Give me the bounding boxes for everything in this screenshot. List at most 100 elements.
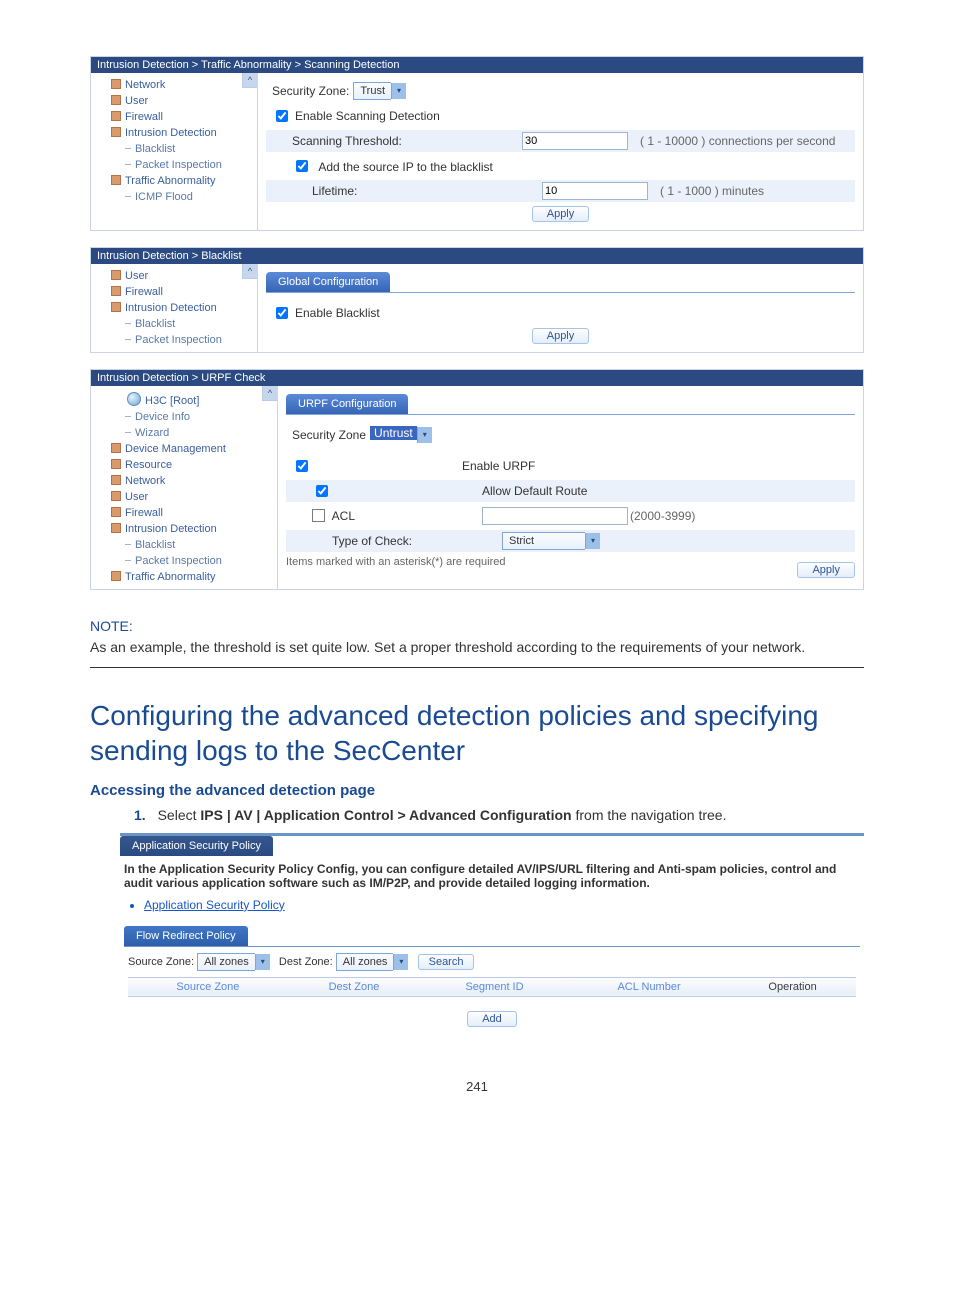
dest-zone-select[interactable]: All zones <box>336 953 394 971</box>
chevron-down-icon[interactable]: ▾ <box>585 533 600 549</box>
sidebar-item-traffic-abnormality[interactable]: Traffic Abnormality <box>97 173 257 189</box>
step-1: 1. Select IPS | AV | Application Control… <box>134 807 864 823</box>
sidebar-item-user[interactable]: User <box>97 93 257 109</box>
enable-urpf-checkbox[interactable] <box>296 460 308 472</box>
col-dest-zone[interactable]: Dest Zone <box>288 977 420 996</box>
flow-table: Source Zone Dest Zone Segment ID ACL Num… <box>128 977 856 997</box>
lifetime-label: Lifetime: <box>272 184 542 198</box>
app-description: In the Application Security Policy Confi… <box>124 862 860 890</box>
subheading: Accessing the advanced detection page <box>90 782 864 799</box>
sidebar-item-firewall[interactable]: Firewall <box>97 284 257 300</box>
sidebar-item-network[interactable]: Network <box>97 473 277 489</box>
enable-scanning-checkbox[interactable] <box>276 110 288 122</box>
sidebar-item-packet[interactable]: Packet Inspection <box>97 332 257 348</box>
acl-label: ACL <box>332 509 355 523</box>
add-source-label: Add the source IP to the blacklist <box>318 160 493 174</box>
sidebar-item-device-info[interactable]: Device Info <box>97 409 277 425</box>
app-security-policy-link[interactable]: Application Security Policy <box>144 898 860 912</box>
note-heading: NOTE: <box>90 618 864 634</box>
sidebar-item-blacklist[interactable]: Blacklist <box>97 141 257 157</box>
acl-checkbox[interactable] <box>312 509 325 522</box>
sidebar-item-traffic-abnormality[interactable]: Traffic Abnormality <box>97 569 277 585</box>
acl-hint: (2000-3999) <box>630 509 695 523</box>
page-number: 241 <box>90 1079 864 1094</box>
type-check-select[interactable]: Strict <box>502 532 585 550</box>
content-area: Global Configuration Enable Blacklist Ap… <box>258 264 863 352</box>
breadcrumb: Intrusion Detection > Blacklist <box>91 248 863 264</box>
breadcrumb: Intrusion Detection > URPF Check <box>91 370 863 386</box>
tab-urpf-config[interactable]: URPF Configuration <box>286 394 408 414</box>
scan-threshold-label: Scanning Threshold: <box>272 134 522 148</box>
enable-urpf-label: Enable URPF <box>462 459 535 473</box>
globe-icon <box>127 392 141 406</box>
sidebar-item-icmp[interactable]: ICMP Flood <box>97 189 257 205</box>
add-source-checkbox[interactable] <box>296 160 308 172</box>
content-area: URPF Configuration Security Zone Untrust… <box>278 386 863 589</box>
type-check-label: Type of Check: <box>292 534 502 548</box>
sidebar: ^ Network User Firewall Intrusion Detect… <box>91 73 258 230</box>
scan-threshold-input[interactable] <box>522 132 628 150</box>
apply-button[interactable]: Apply <box>532 206 590 222</box>
tab-global-config[interactable]: Global Configuration <box>266 272 390 292</box>
note-body: As an example, the threshold is set quit… <box>90 638 864 657</box>
chevron-down-icon[interactable]: ▾ <box>391 83 406 99</box>
chevron-down-icon[interactable]: ▾ <box>417 427 432 443</box>
sidebar-item-device-management[interactable]: Device Management <box>97 441 277 457</box>
col-operation: Operation <box>729 977 856 996</box>
sidebar-item-blacklist[interactable]: Blacklist <box>97 316 257 332</box>
search-button[interactable]: Search <box>418 954 475 970</box>
sidebar-item-root[interactable]: H3C [Root] <box>97 390 277 409</box>
sidebar-item-intrusion[interactable]: Intrusion Detection <box>97 300 257 316</box>
scroll-up-icon[interactable]: ^ <box>262 386 277 401</box>
sidebar-item-user[interactable]: User <box>97 489 277 505</box>
tab-app-security-policy[interactable]: Application Security Policy <box>120 836 273 856</box>
lifetime-input[interactable] <box>542 182 648 200</box>
lifetime-hint: ( 1 - 1000 ) minutes <box>660 184 764 198</box>
sidebar-item-packet[interactable]: Packet Inspection <box>97 157 257 173</box>
sidebar-item-wizard[interactable]: Wizard <box>97 425 277 441</box>
sidebar-item-blacklist[interactable]: Blacklist <box>97 537 277 553</box>
sidebar-item-network[interactable]: Network <box>97 77 257 93</box>
breadcrumb: Intrusion Detection > Traffic Abnormalit… <box>91 57 863 73</box>
add-button[interactable]: Add <box>467 1011 517 1027</box>
security-zone-select[interactable]: Trust <box>353 82 391 100</box>
allow-default-label: Allow Default Route <box>482 484 587 498</box>
sidebar-item-intrusion[interactable]: Intrusion Detection <box>97 125 257 141</box>
chevron-down-icon[interactable]: ▾ <box>255 954 270 970</box>
scanning-detection-panel: Intrusion Detection > Traffic Abnormalit… <box>90 56 864 231</box>
tab-flow-redirect[interactable]: Flow Redirect Policy <box>124 926 248 946</box>
enable-blacklist-checkbox[interactable] <box>276 307 288 319</box>
security-zone-label: Security Zone: <box>272 84 349 98</box>
allow-default-checkbox[interactable] <box>316 485 328 497</box>
sidebar-item-user[interactable]: User <box>97 268 257 284</box>
sidebar: ^ H3C [Root] Device Info Wizard Device M… <box>91 386 278 589</box>
sidebar-item-firewall[interactable]: Firewall <box>97 505 277 521</box>
acl-input[interactable] <box>482 507 628 525</box>
enable-blacklist-label: Enable Blacklist <box>295 306 380 320</box>
apply-button[interactable]: Apply <box>797 562 855 578</box>
chevron-down-icon[interactable]: ▾ <box>393 954 408 970</box>
scroll-up-icon[interactable]: ^ <box>242 264 257 279</box>
col-source-zone[interactable]: Source Zone <box>128 977 288 996</box>
enable-scanning-label: Enable Scanning Detection <box>295 109 440 123</box>
sidebar: ^ User Firewall Intrusion Detection Blac… <box>91 264 258 352</box>
security-zone-select[interactable]: Untrust <box>370 426 417 440</box>
content-area: Security Zone: Trust ▾ Enable Scanning D… <box>258 73 863 230</box>
blacklist-panel: Intrusion Detection > Blacklist ^ User F… <box>90 247 864 353</box>
section-title: Configuring the advanced detection polic… <box>90 698 864 768</box>
sidebar-item-packet[interactable]: Packet Inspection <box>97 553 277 569</box>
advanced-config-screenshot: Application Security Policy In the Appli… <box>120 833 864 1039</box>
sidebar-item-intrusion[interactable]: Intrusion Detection <box>97 521 277 537</box>
source-zone-select[interactable]: All zones <box>197 953 255 971</box>
step-number: 1. <box>134 807 146 823</box>
scan-threshold-hint: ( 1 - 10000 ) connections per second <box>640 134 835 148</box>
source-zone-label: Source Zone: <box>128 956 194 968</box>
dest-zone-label: Dest Zone: <box>279 956 333 968</box>
urpf-panel: Intrusion Detection > URPF Check ^ H3C [… <box>90 369 864 590</box>
scroll-up-icon[interactable]: ^ <box>242 73 257 88</box>
sidebar-item-firewall[interactable]: Firewall <box>97 109 257 125</box>
col-segment-id[interactable]: Segment ID <box>420 977 569 996</box>
sidebar-item-resource[interactable]: Resource <box>97 457 277 473</box>
col-acl-number[interactable]: ACL Number <box>569 977 729 996</box>
apply-button[interactable]: Apply <box>532 328 590 344</box>
